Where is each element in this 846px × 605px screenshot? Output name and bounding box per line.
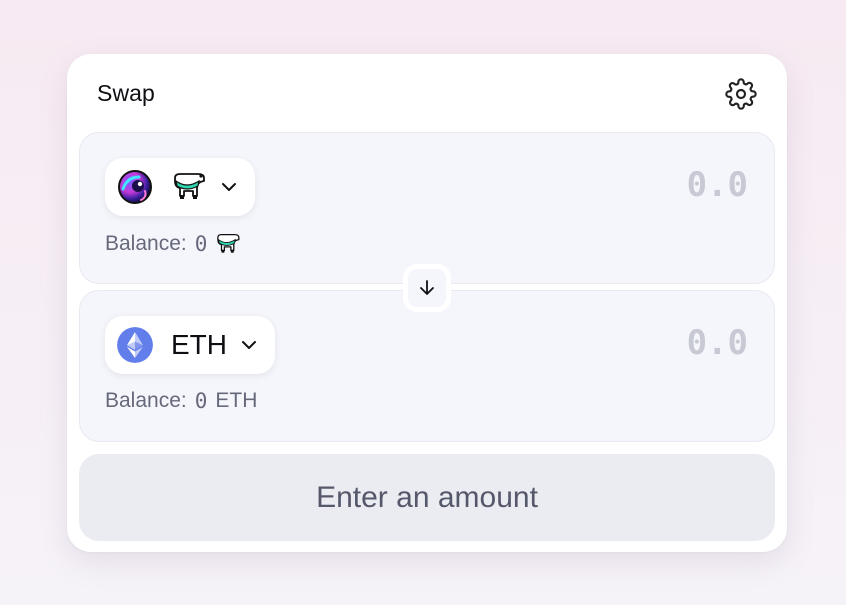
- wallet-orb-icon: [118, 170, 152, 204]
- enter-amount-button[interactable]: Enter an amount: [79, 454, 775, 541]
- input-balance: Balance: 0: [105, 231, 241, 257]
- cow-token-icon: [174, 173, 205, 199]
- input-amount-field[interactable]: [548, 165, 748, 205]
- chevron-down-icon: [242, 341, 256, 349]
- switch-direction-button[interactable]: [403, 264, 451, 312]
- output-amount-field[interactable]: [548, 323, 748, 363]
- balance-symbol: ETH: [215, 389, 258, 412]
- balance-label: Balance:: [105, 389, 187, 412]
- input-token-selector[interactable]: [105, 158, 255, 216]
- cow-token-icon: [217, 233, 240, 253]
- balance-value: 0: [194, 389, 208, 413]
- input-token-panel: Balance: 0: [79, 132, 775, 284]
- output-token-panel: ETH Balance: 0 ETH: [79, 290, 775, 442]
- swap-card: Swap 0.0 Balance: 0 ETH 0.0 Balance: 0 E…: [67, 54, 787, 552]
- balance-label: Balance:: [105, 232, 187, 255]
- output-balance: Balance: 0 ETH: [105, 389, 257, 413]
- chevron-down-icon: [222, 183, 236, 191]
- swap-title: Swap: [97, 80, 155, 106]
- balance-value: 0: [194, 232, 208, 256]
- swap-header: Swap: [97, 76, 757, 110]
- arrow-down-icon: [420, 280, 434, 295]
- output-token-symbol: ETH: [171, 329, 227, 360]
- eth-icon: [117, 327, 153, 363]
- gear-icon[interactable]: [725, 78, 757, 110]
- output-token-selector[interactable]: ETH: [105, 316, 275, 374]
